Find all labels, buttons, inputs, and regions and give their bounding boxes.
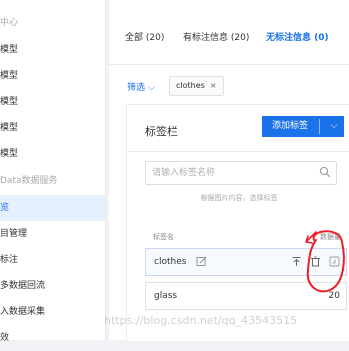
chevron-down-icon: ⌵ [148,83,155,93]
filter-chip-label: clothes [176,81,205,90]
sidebar-item-label: 效 [0,333,10,343]
tag-row-glass[interactable]: glass 20 [145,282,347,310]
trash-icon[interactable] [310,256,321,267]
main-panel: 全部 (20) 有标注信息 (20) 无标注信息 (0) 筛选 ⌵ clothes… [109,0,349,341]
tag-name: clothes [154,257,187,267]
sidebar-item-label: 览 [0,203,10,213]
button-divider [319,119,320,134]
sidebar-item-model-5[interactable]: 模型 [0,141,105,167]
sidebar-item-center[interactable]: 中心 [0,10,105,36]
sidebar-item-label: 目管理 [0,229,28,239]
sidebar-item-data-collection[interactable]: 入数据采集 [0,299,105,325]
sidebar: 中心 模型 模型 模型 模型 模型 Data数据服务 览 目管理 标注 多数据回… [0,0,106,343]
sidebar-item-effect[interactable]: 效 [0,325,105,351]
sidebar-item-project-management[interactable]: 目管理 [0,221,105,247]
tab-all[interactable]: 全部 (20) [125,30,164,43]
sidebar-item-label: 模型 [0,71,19,81]
edit-icon[interactable] [196,256,207,267]
tag-panel: 标签栏 添加标签 ⌵ 根据图片内容，选择标签 标签名 数据量 clothes [126,104,349,341]
tab-annotated[interactable]: 有标注信息 (20) [183,30,249,43]
sidebar-section-data-service: Data数据服务 [0,168,105,194]
tab-unannotated[interactable]: 无标注信息 (0) [266,30,329,43]
sidebar-item-model-4[interactable]: 模型 [0,115,105,141]
search-icon[interactable] [319,166,331,178]
tab-bar: 全部 (20) 有标注信息 (20) 无标注信息 (0) [109,0,349,65]
sidebar-item-data-reflow[interactable]: 多数据回流 [0,273,105,299]
add-tag-button[interactable]: 添加标签 ⌵ [262,116,344,137]
divider [127,151,349,152]
filter-bar: 筛选 ⌵ clothes × [109,74,349,98]
pin-top-icon[interactable] [291,256,302,267]
sidebar-item-label: 模型 [0,149,19,159]
tag-search-input[interactable] [152,165,312,180]
column-header-count: 数据量 [320,233,341,241]
sidebar-item-label: 模型 [0,45,19,55]
sidebar-item-label: Data数据服务 [0,176,58,186]
sidebar-item-annotation[interactable]: 标注 [0,247,105,273]
sidebar-item-model-2[interactable]: 模型 [0,63,105,89]
tag-count: 20 [328,291,340,301]
tag-table-header: 标签名 数据量 [145,232,345,246]
sidebar-item-label: 模型 [0,97,19,107]
sidebar-item-model-1[interactable]: 模型 [0,37,105,63]
sidebar-item-label: 多数据回流 [0,281,46,291]
sidebar-item-overview[interactable]: 览 [0,195,105,221]
add-tag-label: 添加标签 [272,121,309,131]
filter-toggle-label: 筛选 [127,83,146,93]
tag-panel-title: 标签栏 [145,125,178,138]
sidebar-item-model-3[interactable]: 模型 [0,89,105,115]
tag-search-box [145,161,337,185]
chevron-down-icon[interactable]: ⌵ [324,116,344,137]
tag-hint: 根据图片内容，选择标签 [200,194,278,202]
sidebar-item-label: 入数据采集 [0,307,46,317]
tag-row-clothes[interactable]: clothes [145,248,347,276]
filter-toggle[interactable]: 筛选 ⌵ [127,80,155,93]
shortcut-key-icon[interactable] [329,256,340,267]
sidebar-item-label: 标注 [0,255,19,265]
sidebar-item-label: 中心 [0,18,19,28]
column-header-name: 标签名 [153,233,174,241]
sidebar-item-label: 模型 [0,123,19,133]
watermark: https://blog.csdn.net/qq_43543515 [104,314,298,327]
tag-name: glass [154,291,178,301]
filter-chip-clothes: clothes × [169,76,224,96]
close-icon[interactable]: × [210,81,217,90]
